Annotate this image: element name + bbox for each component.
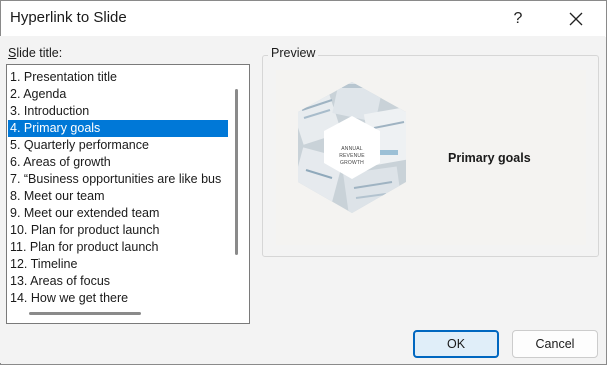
list-item[interactable]: 6. Areas of growth [8,154,228,171]
vertical-scrollbar-thumb[interactable] [235,89,238,255]
hexagon-caption: ANNUAL REVENUE GROWTH [339,146,365,166]
list-item[interactable]: 7. “Business opportunities are like bus [8,171,228,188]
title-bar: Hyperlink to Slide ? [1,1,606,37]
help-button[interactable]: ? [495,1,541,37]
close-button[interactable] [553,1,599,37]
horizontal-scrollbar-thumb[interactable] [29,312,141,315]
list-item-selected[interactable]: 4. Primary goals [8,120,228,137]
dialog-client-area: Slide title: 1. Presentation title 2. Ag… [0,36,605,363]
slide-title-label-rest: lide title: [16,46,63,60]
list-item[interactable]: 11. Plan for product launch [8,239,228,256]
preview-label: Preview [268,46,319,60]
close-icon [569,12,583,26]
list-item[interactable]: 14. How we get there [8,290,228,307]
cancel-button[interactable]: Cancel [512,330,598,358]
list-item[interactable]: 2. Agenda [8,86,228,103]
list-item[interactable]: 10. Plan for product launch [8,222,228,239]
list-item[interactable]: 3. Introduction [8,103,228,120]
ok-button[interactable]: OK [413,330,499,358]
slide-title-listbox[interactable]: 1. Presentation title 2. Agenda 3. Intro… [6,64,250,324]
list-item[interactable]: 13. Areas of focus [8,273,228,290]
list-item[interactable]: 5. Quarterly performance [8,137,228,154]
dialog-title: Hyperlink to Slide [10,9,127,26]
slide-title-label: Slide title: [8,46,62,60]
help-icon: ? [513,10,523,27]
preview-slide-title: Primary goals [448,151,531,165]
list-item[interactable]: 8. Meet our team [8,188,228,205]
list-item[interactable]: 12. Timeline [8,256,228,273]
list-item[interactable]: 9. Meet our extended team [8,205,228,222]
list-item[interactable]: 1. Presentation title [8,69,228,86]
